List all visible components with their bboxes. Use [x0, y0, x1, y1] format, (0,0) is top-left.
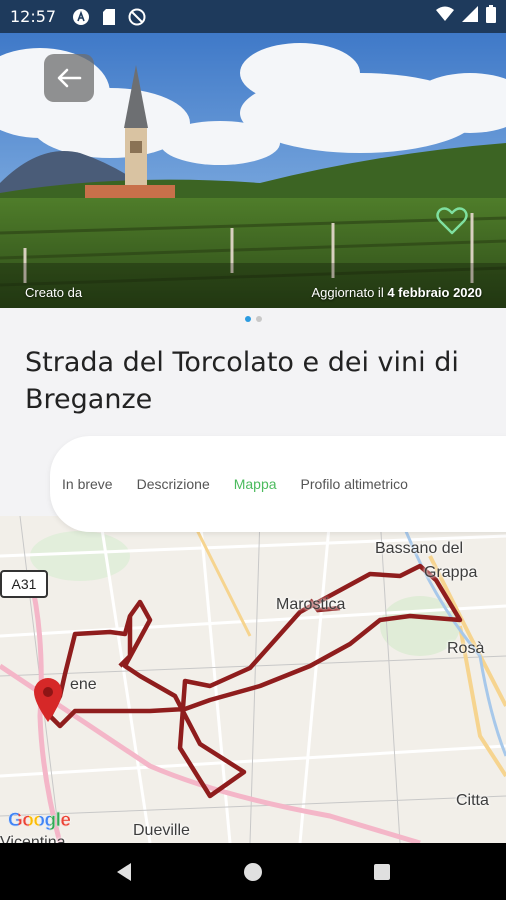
- wifi-icon: [436, 6, 454, 27]
- sd-card-icon: [100, 8, 118, 26]
- map-place-bassano: Bassano del: [375, 540, 464, 557]
- back-triangle-icon: [117, 862, 132, 881]
- image-pager: [0, 316, 506, 322]
- map-place-cittadella: Citta: [456, 792, 489, 809]
- status-bar: 12:57: [0, 0, 506, 33]
- tab-descrizione[interactable]: Descrizione: [137, 476, 210, 492]
- created-by-label: Creato da: [25, 285, 83, 300]
- google-logo-text: Google: [8, 810, 71, 831]
- map-pin[interactable]: [32, 676, 64, 724]
- pager-dot[interactable]: [255, 316, 262, 322]
- map-place-rosa: Rosà: [447, 640, 485, 657]
- updated-date: 4 febbraio 2020: [387, 285, 482, 300]
- pager-dot-active[interactable]: [244, 316, 251, 322]
- hero-image: Creato da Aggiornato il 4 febbraio 2020: [0, 33, 506, 308]
- battery-icon: [486, 5, 496, 28]
- favorite-button[interactable]: [434, 205, 470, 237]
- map-place-dueville: Dueville: [133, 822, 190, 839]
- route-map[interactable]: A31 Bassano del Grappa Marostica Rosà en…: [0, 516, 506, 843]
- back-button[interactable]: [44, 54, 94, 102]
- nav-recents-button[interactable]: [362, 852, 402, 892]
- location-pin-icon: [34, 678, 62, 722]
- recents-square-icon: [373, 863, 390, 880]
- signal-icon: [462, 6, 478, 27]
- nav-back-button[interactable]: [104, 852, 144, 892]
- route-title: Strada del Torcolato e dei vini di Brega…: [25, 347, 459, 415]
- no-data-icon: [128, 8, 146, 26]
- system-nav-bar: [0, 843, 506, 900]
- accessibility-icon: [72, 8, 90, 26]
- map-place-thiene: ene: [70, 676, 97, 693]
- tab-in-breve[interactable]: In breve: [62, 476, 113, 492]
- google-attribution: Google: [8, 810, 71, 832]
- status-time: 12:57: [10, 7, 57, 26]
- updated-prefix: Aggiornato il: [311, 285, 384, 300]
- status-right-icons: [436, 5, 496, 28]
- map-place-marostica: Marostica: [276, 596, 346, 613]
- heart-outline-icon: [436, 207, 468, 235]
- road-badge-a31: A31: [0, 570, 48, 598]
- map-place-grappa: Grappa: [424, 564, 478, 581]
- section-tabs: In breve Descrizione Mappa Profilo altim…: [50, 436, 506, 532]
- tab-mappa[interactable]: Mappa: [234, 476, 277, 492]
- home-circle-icon: [243, 862, 262, 881]
- map-place-vicentina: Vicentina: [0, 834, 66, 843]
- updated-caption: Aggiornato il 4 febbraio 2020: [311, 285, 482, 300]
- nav-home-button[interactable]: [233, 852, 273, 892]
- screen: 12:57 Creato da Aggiornato il 4 febbraio…: [0, 0, 506, 900]
- arrow-left-icon: [57, 68, 82, 88]
- tab-profilo-altimetrico[interactable]: Profilo altimetrico: [301, 476, 408, 492]
